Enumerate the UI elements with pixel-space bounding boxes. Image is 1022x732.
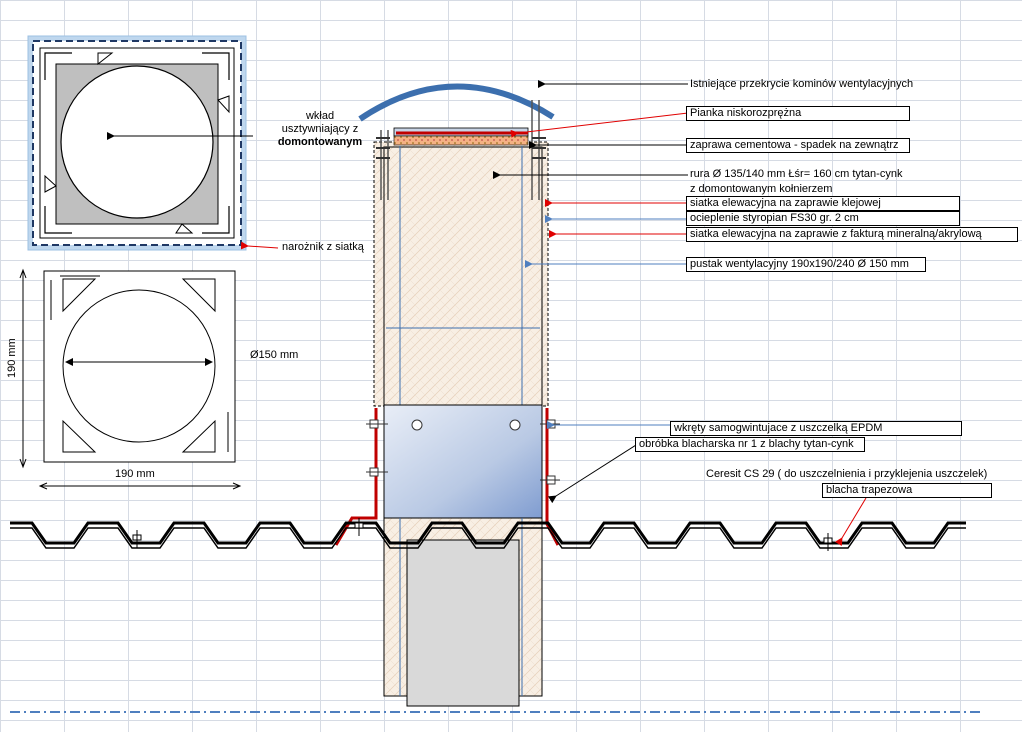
diagram-canvas: wkład usztywniający z domontowanym naroż… [0,0,1022,732]
insert-label-line1: wkład [305,110,335,122]
insert-label-line2: usztywniający z [281,123,359,135]
corner-mesh-label: narożnik z siatką [282,241,364,253]
ventilation-cap [358,83,555,122]
pipe-label-line1: rura Ø 135/140 mm Łśr= 160 cm tytan-cynk [690,168,903,180]
insert-label: wkład usztywniający z domontowanym [265,110,375,149]
block-plan-view [19,268,242,490]
trapezoidal-sheet-label: blacha trapezowa [822,483,992,498]
insert-plan-view [27,35,279,251]
insert-label-line3: domontowanym [277,136,363,148]
vertical-dimension-label: 190 mm [6,338,18,378]
foam-label: Pianka niskorozprężna [686,106,910,121]
insulation-label: ocieplenie styropian FS30 gr. 2 cm [686,211,960,226]
adhesive-mesh-label: siatka elewacyjna na zaprawie klejowej [686,196,960,211]
existing-cap-label: Istniejące przekrycie kominów wentylacyj… [690,78,914,90]
cement-mortar-label: zaprawa cementowa - spadek na zewnątrz [686,138,910,153]
screws-label: wkręty samogwintujace z uszczelką EPDM [670,421,962,436]
pipe-label: rura Ø 135/140 mm Łśr= 160 cm tytan-cynk… [690,168,902,196]
pipe-label-line2: z domontowanym kołnierzem [690,183,833,195]
flashing-label: obróbka blacharska nr 1 z blachy tytan-c… [635,437,865,452]
diameter-label: Ø150 mm [250,349,299,361]
chimney-section [334,83,560,707]
horizontal-dimension-label: 190 mm [115,468,155,480]
ventilation-block-label: pustak wentylacyjny 190x190/240 Ø 150 mm [686,257,926,272]
sealant-label: Ceresit CS 29 ( do uszczelnienia i przyk… [706,468,988,480]
textured-mesh-label: siatka elewacyjna na zaprawie z fakturą … [686,227,1018,242]
